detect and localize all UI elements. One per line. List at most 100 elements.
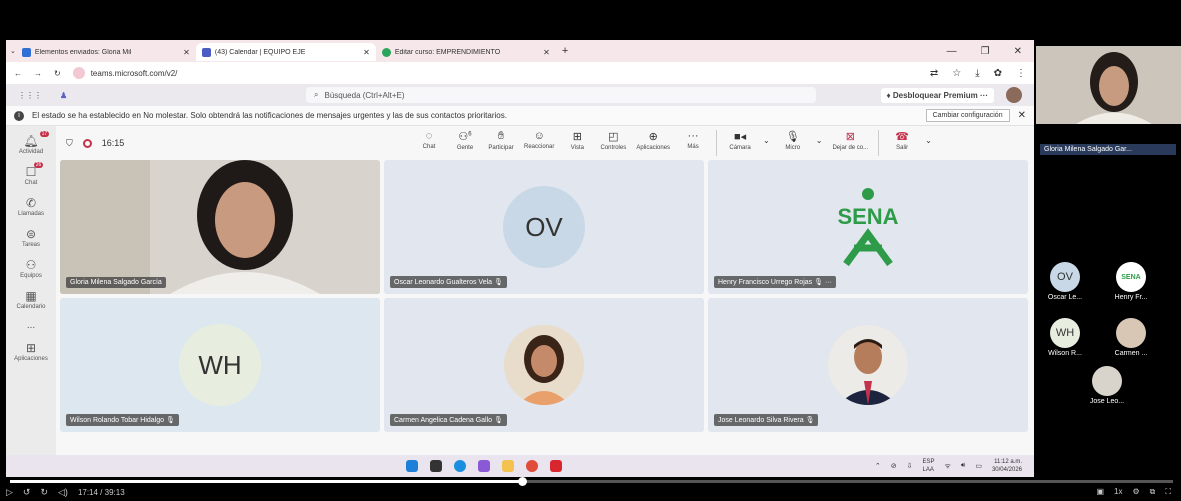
pip-icon[interactable]: ⧉ [1150,487,1156,497]
chevron-up-icon[interactable]: ⌃ [875,462,881,470]
reload-icon[interactable]: ↻ [54,69,61,78]
speed-button[interactable]: 1x [1114,487,1122,497]
site-info-icon[interactable] [72,67,85,79]
chevron-down-icon[interactable]: ⌄ [816,136,823,156]
camera-button[interactable]: ■◂ Cámara [727,130,753,156]
rail-item-apps[interactable]: ⊞ Aplicaciones [14,341,48,362]
progress-fill [10,480,522,483]
tab-sent-items[interactable]: Elementos enviados: Gloria Mil ✕ [16,43,196,61]
minimize-icon[interactable]: — [947,46,957,57]
apps-grid-icon[interactable]: ⋮⋮⋮ [18,91,42,100]
copilot-icon[interactable] [478,460,490,472]
more-icon[interactable]: ··· [825,279,832,286]
task-view-icon[interactable] [430,460,442,472]
new-tab-icon[interactable]: + [562,45,568,57]
react-button[interactable]: ☺ Reaccionar [524,130,554,156]
chevron-down-icon[interactable]: ⌄ [925,136,932,156]
mic-button[interactable]: 🎙︎ Micro [780,130,806,156]
rewind-icon[interactable]: ↺ [23,487,31,498]
battery-icon[interactable]: ▭ [975,462,982,470]
forward-icon[interactable]: → [34,69,42,78]
participant-tile[interactable]: SENA Henry Francisco Urrego Rojas 🎙︎ ··· [708,160,1028,294]
rail-item-calls[interactable]: ✆ Llamadas [18,196,44,217]
start-icon[interactable] [406,460,418,472]
chat-button[interactable]: ◌ Chat [416,130,442,156]
participant-tile[interactable]: Carmen Angelica Cadena Gallo 🎙︎ [384,298,704,432]
close-tab-icon[interactable]: ✕ [183,48,190,57]
edge-icon[interactable] [454,460,466,472]
participant-tile[interactable]: Jose Leonardo Silva Rivera 🎙︎ [708,298,1028,432]
windows-taskbar: ⌃ ⊘ ⇩ ESP LAA ᯤ 🔊︎ ▭ 11:12 a.m. 30/04/20… [6,455,1034,477]
settings-icon[interactable]: ⚙ [1133,487,1140,497]
restore-icon[interactable]: ❐ [981,46,990,57]
usb-icon[interactable]: ⇩ [907,462,913,470]
participant-label: Wilson R... [1048,350,1082,357]
rail-item-activity[interactable]: 🔔︎ 17 Actividad [19,131,50,155]
leave-button[interactable]: ☎ Salir [889,130,915,156]
download-icon[interactable]: ⤓ [975,68,979,79]
rail-item-calendar[interactable]: ▦ Calendario [16,289,45,310]
progress-bar[interactable] [10,477,1173,486]
volume-icon[interactable]: 🔊︎ [961,462,965,470]
more-icon[interactable]: ··· [980,91,988,100]
mic-off-icon: 🎙︎ [494,417,503,424]
close-tab-icon[interactable]: ✕ [363,48,370,57]
premium-button[interactable]: ♦ Desbloquear Premium ··· [880,87,994,103]
youtube-icon[interactable] [550,460,562,472]
translate-icon[interactable]: ⇄ [930,68,938,79]
star-icon[interactable]: ☆ [952,68,961,79]
side-participant[interactable]: Carmen ... [1108,318,1154,357]
back-icon[interactable]: ← [14,69,22,78]
change-config-button[interactable]: Cambiar configuración [925,109,1010,122]
side-participant[interactable]: SENA Henry Fr... [1108,262,1154,301]
tab-calendar[interactable]: (43) Calendar | EQUIPO EJE ✕ [195,43,376,61]
person-silhouette [60,160,380,294]
browser-window: ⌄ Elementos enviados: Gloria Mil ✕ (43) … [6,40,1034,477]
side-participant[interactable]: Jose Leo... [1084,366,1130,405]
more-button[interactable]: ··· Más [680,130,706,156]
close-window-icon[interactable]: ✕ [1014,46,1022,57]
side-participant[interactable]: WH Wilson R... [1042,318,1088,357]
explorer-icon[interactable] [502,460,514,472]
view-button[interactable]: ⊞ Vista [564,130,590,156]
play-icon[interactable]: ▷ [6,487,13,498]
participant-tile[interactable]: WH Wilson Rolando Tobar Hidalgo 🎙︎ [60,298,380,432]
screen: ⌄ Elementos enviados: Gloria Mil ✕ (43) … [0,0,1181,501]
rail-item-teams[interactable]: ⚇ Equipos [20,258,42,279]
raise-hand-button[interactable]: ✋︎ Participar [488,130,514,156]
rail-item-tasks[interactable]: ⊜ Tareas [22,227,40,248]
rail-item-more[interactable]: ... [27,320,35,331]
participant-name-label: Oscar Leonardo Gualteros Vela 🎙︎ [390,276,507,288]
forward-icon[interactable]: ↻ [40,487,48,498]
tool-label: Reaccionar [524,144,555,150]
captions-icon[interactable]: ▣ [1096,487,1104,497]
progress-handle[interactable] [517,477,527,486]
fullscreen-icon[interactable]: ⛶ [1165,487,1171,497]
close-tab-icon[interactable]: ✕ [543,48,550,57]
stop-share-button[interactable]: ⊠ Dejar de co... [832,130,868,156]
chevron-down-icon[interactable]: ⌄ [763,136,770,156]
side-participant[interactable]: OV Oscar Le... [1042,262,1088,301]
participant-tile[interactable]: OV Oscar Leonardo Gualteros Vela 🎙︎ [384,160,704,294]
clock[interactable]: 11:12 a.m. 30/04/2026 [992,458,1022,474]
volume-icon[interactable]: ◁) [58,487,68,498]
menu-icon[interactable]: ⋮ [1016,68,1026,79]
meeting-stage: ⛉ 16:15 ◌ Chat ⚇6 Gente ✋︎ Participar ☺ Reac… [56,126,1034,455]
tab-edit-course[interactable]: Editar curso: EMPRENDIMIENTO ✕ [376,43,556,61]
search-input[interactable]: ⌕ Búsqueda (Ctrl+Alt+E) [306,87,816,103]
apps-button[interactable]: ⊕ Aplicaciones [636,130,670,156]
extensions-icon[interactable]: ✿ [994,68,1002,79]
close-notice-icon[interactable]: ✕ [1018,110,1026,121]
chrome-icon[interactable] [526,460,538,472]
avatar[interactable] [1006,87,1022,103]
rail-item-chat[interactable]: ☐ 26 Chat [25,162,44,186]
sync-icon[interactable]: ⊘ [891,462,897,470]
tool-label: Salir [896,145,909,151]
url-field[interactable]: teams.microsoft.com/v2/ [72,67,177,79]
wifi-icon[interactable]: ᯤ [945,462,951,471]
language-indicator[interactable]: ESP LAA [923,458,935,474]
participant-tile[interactable]: Gloria Milena Salgado García [60,160,380,294]
apps-icon: ⊞ [25,341,37,355]
people-button[interactable]: ⚇6 Gente [452,130,478,156]
controls-button[interactable]: ◰ Controles [600,130,627,156]
